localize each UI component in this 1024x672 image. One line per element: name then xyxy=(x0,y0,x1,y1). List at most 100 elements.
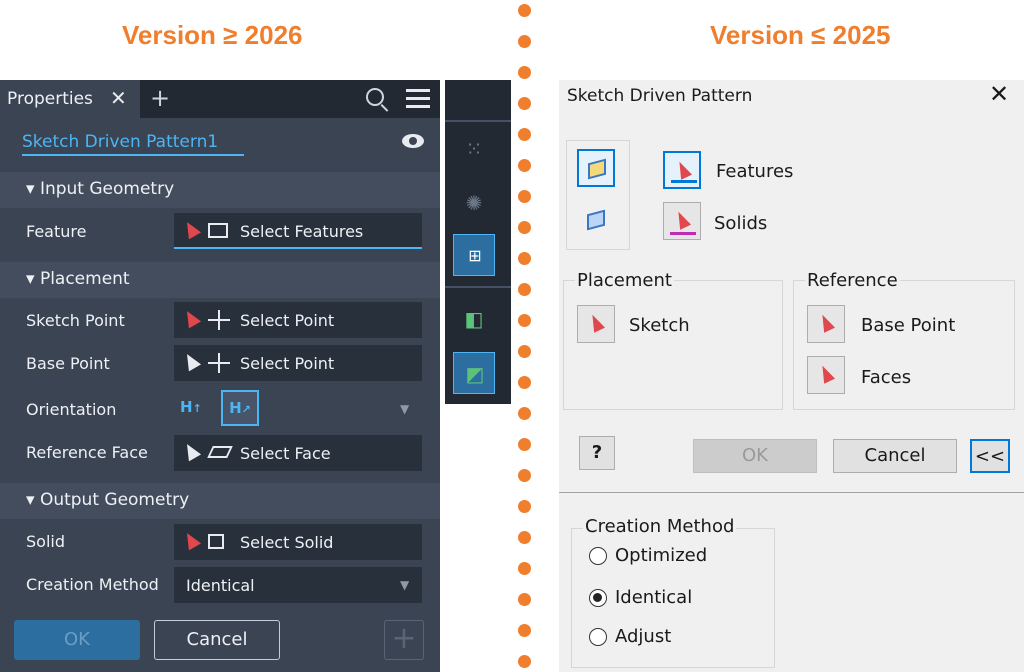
select-cursor-icon xyxy=(673,159,693,180)
pattern-solids-mode-button[interactable] xyxy=(577,201,615,239)
radio-optimized[interactable] xyxy=(589,547,607,565)
header-new-version: Version ≥ 2026 xyxy=(122,20,303,50)
solid-label: Solid xyxy=(26,532,65,551)
select-cursor-icon xyxy=(180,350,202,372)
circular-pattern-icon[interactable]: ✺ xyxy=(453,182,495,224)
point-cross-icon xyxy=(208,310,230,330)
collapse-more-button[interactable]: << xyxy=(970,439,1010,473)
features-underline xyxy=(671,180,697,183)
placement-title: Placement xyxy=(575,270,674,291)
section-input-geometry[interactable]: ▾ Input Geometry xyxy=(0,172,440,208)
pattern-mode-group xyxy=(566,140,630,250)
sketch-point-label: Sketch Point xyxy=(26,311,125,330)
features-label: Features xyxy=(716,161,794,182)
select-features-field[interactable]: Select Features xyxy=(174,213,422,249)
creation-method-select[interactable]: Identical ▼ xyxy=(174,567,422,603)
mirror-icon[interactable]: ◧ xyxy=(453,298,495,340)
close-icon[interactable]: ✕ xyxy=(989,80,1009,108)
feature-pattern-icon xyxy=(588,158,606,180)
help-button[interactable]: ? xyxy=(579,436,615,470)
search-icon[interactable] xyxy=(366,88,384,106)
cancel-button[interactable]: Cancel xyxy=(833,439,957,473)
select-solid-text: Select Solid xyxy=(240,533,334,552)
face-icon xyxy=(207,446,233,458)
section-placement[interactable]: ▾ Placement xyxy=(0,262,440,298)
features-select-button[interactable] xyxy=(663,151,701,189)
panel-tab-bar: Properties ✕ + xyxy=(0,80,440,118)
menu-icon[interactable] xyxy=(406,89,430,109)
solids-label: Solids xyxy=(714,213,768,234)
tab-properties[interactable]: Properties ✕ xyxy=(0,80,140,118)
solids-underline xyxy=(670,232,696,235)
select-cursor-icon xyxy=(672,209,692,230)
rectangular-pattern-icon[interactable]: ⁙ xyxy=(453,128,495,170)
solids-select-button[interactable] xyxy=(663,202,701,240)
point-cross-icon xyxy=(208,353,230,373)
add-tab-icon[interactable]: + xyxy=(150,84,170,112)
select-cursor-icon xyxy=(816,312,836,333)
base-point-field[interactable]: Select Point xyxy=(174,345,422,381)
select-cursor-icon xyxy=(180,218,202,240)
orientation-label: Orientation xyxy=(26,400,117,419)
creation-method-value: Identical xyxy=(186,576,255,595)
pattern-solid-icon[interactable]: ◩ xyxy=(453,352,495,394)
dialog-divider xyxy=(559,492,1024,493)
section-placement-label: ▾ Placement xyxy=(26,269,130,289)
section-output-geometry-label: ▾ Output Geometry xyxy=(26,490,190,510)
tab-properties-label: Properties xyxy=(7,89,93,109)
reference-face-label: Reference Face xyxy=(26,443,148,462)
base-point-text: Select Point xyxy=(240,354,335,373)
sketch-driven-pattern-icon[interactable]: ⊞ xyxy=(453,234,495,276)
sketch-label: Sketch xyxy=(629,315,690,336)
creation-method-label: Creation Method xyxy=(26,575,159,594)
reference-title: Reference xyxy=(805,270,900,291)
faces-select-button[interactable] xyxy=(807,356,845,394)
select-cursor-icon xyxy=(180,529,202,551)
feature-name-field[interactable]: Sketch Driven Pattern1 xyxy=(22,132,244,156)
select-cursor-icon xyxy=(180,307,202,329)
solid-icon xyxy=(208,534,224,549)
reference-face-field[interactable]: Select Face xyxy=(174,435,422,471)
orientation-dropdown-icon[interactable]: ▼ xyxy=(400,402,409,416)
chevron-down-icon: ▼ xyxy=(400,578,410,592)
orientation-adjust-icon[interactable]: H↗ xyxy=(221,390,259,426)
feature-label: Feature xyxy=(26,222,87,241)
apply-plus-button[interactable]: + xyxy=(384,620,424,660)
select-features-text: Select Features xyxy=(240,222,364,241)
radio-adjust[interactable] xyxy=(589,628,607,646)
select-cursor-icon xyxy=(816,363,836,384)
header-old-version: Version ≤ 2025 xyxy=(710,20,891,50)
faces-label: Faces xyxy=(861,367,912,388)
identical-label: Identical xyxy=(615,587,693,608)
select-cursor-icon xyxy=(586,312,606,333)
section-input-geometry-label: ▾ Input Geometry xyxy=(26,179,175,199)
pattern-features-mode-button[interactable] xyxy=(577,149,615,187)
sketch-point-text: Select Point xyxy=(240,311,335,330)
radio-identical[interactable] xyxy=(589,589,607,607)
section-output-geometry[interactable]: ▾ Output Geometry xyxy=(0,483,440,519)
sketch-select-button[interactable] xyxy=(577,305,615,343)
adjust-label: Adjust xyxy=(615,626,672,647)
sketch-driven-pattern-dialog: Sketch Driven Pattern ✕ Features Solids … xyxy=(559,80,1024,672)
ok-button[interactable]: OK xyxy=(693,439,817,473)
optimized-label: Optimized xyxy=(615,545,708,566)
close-icon[interactable]: ✕ xyxy=(110,86,127,110)
placement-group xyxy=(563,280,783,410)
dialog-title: Sketch Driven Pattern xyxy=(567,86,753,106)
creation-method-title: Creation Method xyxy=(583,516,737,537)
eye-icon[interactable] xyxy=(402,134,424,148)
orientation-identical-icon[interactable]: H↑ xyxy=(180,398,210,422)
pattern-toolbar: ⁙ ✺ ⊞ ◧ ◩ xyxy=(445,80,511,404)
sketch-point-field[interactable]: Select Point xyxy=(174,302,422,338)
select-cursor-icon xyxy=(180,440,202,462)
reference-face-text: Select Face xyxy=(240,444,331,463)
solid-pattern-icon xyxy=(587,209,605,231)
base-point-select-button[interactable] xyxy=(807,305,845,343)
ok-button[interactable]: OK xyxy=(14,620,140,660)
base-point-label: Base Point xyxy=(861,315,956,336)
base-point-label: Base Point xyxy=(26,354,110,373)
properties-panel: Properties ✕ + Sketch Driven Pattern1 ▾ … xyxy=(0,80,440,672)
cancel-button[interactable]: Cancel xyxy=(154,620,280,660)
features-icon xyxy=(208,223,228,238)
select-solid-field[interactable]: Select Solid xyxy=(174,524,422,560)
